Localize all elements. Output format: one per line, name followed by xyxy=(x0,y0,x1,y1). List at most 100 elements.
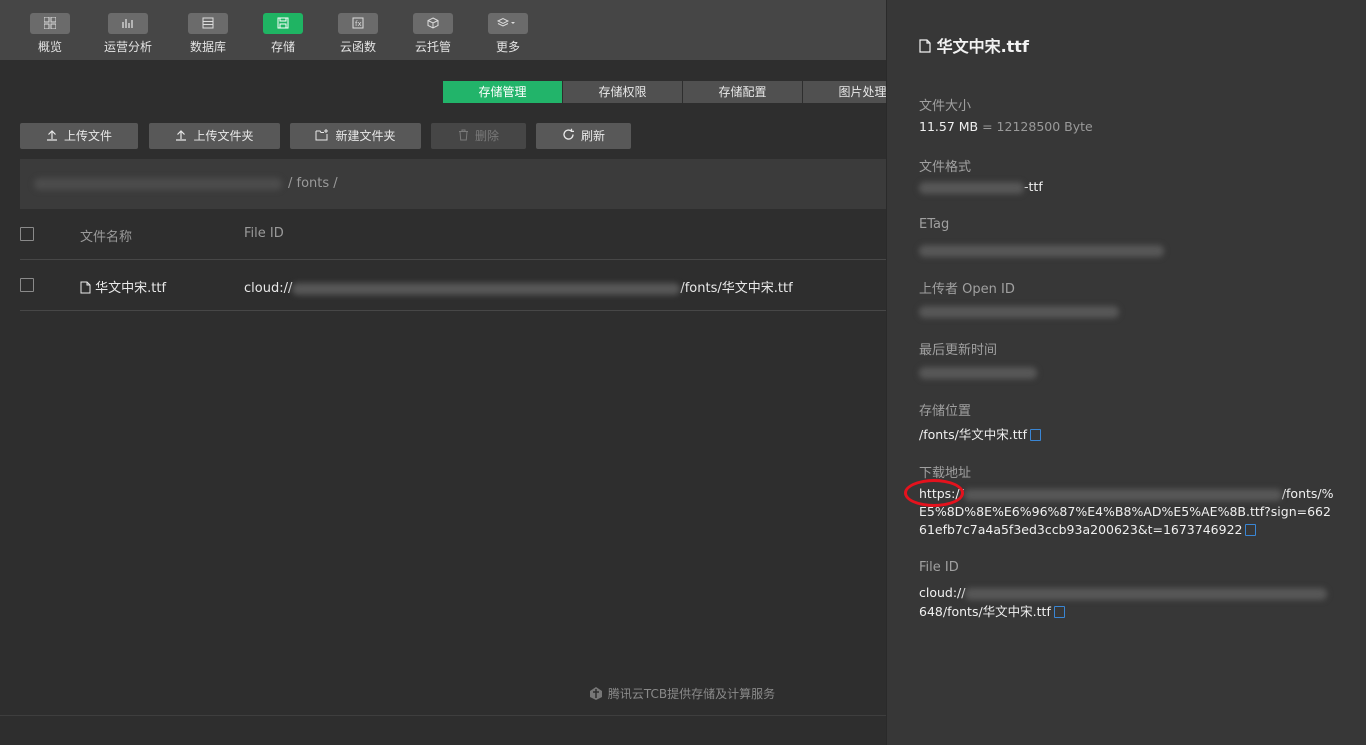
format-label: 文件格式 xyxy=(919,160,972,175)
updated-label: 最后更新时间 xyxy=(919,343,998,358)
nav-label: 数据库 xyxy=(189,40,226,54)
etag-value xyxy=(919,242,1164,257)
new-folder-button[interactable]: 新建文件夹 xyxy=(290,123,421,149)
file-icon xyxy=(80,281,91,296)
tcb-logo-icon xyxy=(588,687,604,701)
nav-item-hosting[interactable]: 云托管 xyxy=(403,13,463,55)
upload-folder-button[interactable]: 上传文件夹 xyxy=(149,123,280,149)
grid-icon xyxy=(30,13,70,34)
refresh-icon xyxy=(562,124,575,150)
download-path-start: /fonts/% xyxy=(1281,486,1334,501)
nav-label: 运营分析 xyxy=(103,40,152,54)
divider xyxy=(20,310,886,311)
file-id-suffix: /fonts/华文中宋.ttf xyxy=(680,281,793,296)
blurred-env-id xyxy=(292,282,681,295)
tab-storage-management[interactable]: 存储管理 xyxy=(443,81,562,103)
blurred-mime xyxy=(919,181,1024,194)
fileid-value: cloud:// 648/fonts/华文中宋.ttf xyxy=(919,583,1335,621)
size-bytes: = 12128500 Byte xyxy=(982,119,1093,134)
format-value: -ttf xyxy=(919,179,1043,194)
file-detail-panel: 华文中宋.ttf 文件大小 11.57 MB = 12128500 Byte 文… xyxy=(886,0,1366,745)
nav-label: 更多 xyxy=(495,40,520,54)
nav-item-functions[interactable]: fx 云函数 xyxy=(328,13,388,55)
uploader-value xyxy=(919,303,1119,318)
upload-icon xyxy=(46,124,58,150)
nav-item-overview[interactable]: 概览 xyxy=(20,13,80,55)
tab-storage-config[interactable]: 存储配置 xyxy=(683,81,802,103)
location-label: 存储位置 xyxy=(919,404,972,419)
file-name: 华文中宋.ttf xyxy=(95,281,167,296)
size-label: 文件大小 xyxy=(919,99,972,114)
breadcrumb-fonts[interactable]: / fonts / xyxy=(288,176,338,191)
fileid-line2: 648/fonts/华文中宋.ttf xyxy=(919,604,1051,619)
breadcrumb: / fonts / xyxy=(20,159,886,209)
blurred-openid xyxy=(919,305,1119,318)
blurred-etag xyxy=(919,244,1164,257)
refresh-button[interactable]: 刷新 xyxy=(536,123,631,149)
bar-chart-icon xyxy=(108,13,148,34)
upload-file-label: 上传文件 xyxy=(63,129,112,143)
detail-title-text: 华文中宋.ttf xyxy=(936,37,1029,56)
select-all-checkbox[interactable] xyxy=(20,227,34,241)
trash-icon xyxy=(458,124,469,150)
blurred-timestamp xyxy=(919,366,1037,379)
etag-label: ETag xyxy=(919,217,950,232)
upload-icon xyxy=(175,124,187,150)
svg-text:fx: fx xyxy=(355,20,362,28)
nav-item-analytics[interactable]: 运营分析 xyxy=(98,13,158,55)
column-header-name: 文件名称 xyxy=(80,230,133,245)
download-label: 下载地址 xyxy=(919,466,972,481)
file-icon xyxy=(919,37,931,56)
tab-storage-permissions[interactable]: 存储权限 xyxy=(563,81,682,103)
format-suffix: -ttf xyxy=(1024,179,1043,194)
new-folder-label: 新建文件夹 xyxy=(335,129,396,143)
cube-icon xyxy=(413,13,453,34)
download-rest: E5%8D%8E%E6%96%87%E4%B8%AD%E5%AE%8B.ttf?… xyxy=(919,504,1331,537)
layers-icon xyxy=(488,13,528,34)
highlight-ring xyxy=(904,479,964,507)
storage-tabs: 存储管理 存储权限 存储配置 图片处理 xyxy=(443,81,923,103)
database-icon xyxy=(188,13,228,34)
nav-item-storage[interactable]: 存储 xyxy=(253,13,313,55)
size-value: 11.57 MB = 12128500 Byte xyxy=(919,119,1093,134)
updated-value xyxy=(919,364,1037,379)
upload-file-button[interactable]: 上传文件 xyxy=(20,123,138,149)
location-text: /fonts/华文中宋.ttf xyxy=(919,427,1027,442)
size-mb: 11.57 MB xyxy=(919,119,979,134)
copy-icon[interactable] xyxy=(1245,524,1257,536)
function-icon: fx xyxy=(338,13,378,34)
fileid-label: File ID xyxy=(919,560,959,575)
blurred-domain xyxy=(963,488,1282,501)
download-url: https:///fonts/%E5%8D%8E%E6%96%87%E4%B8%… xyxy=(919,485,1335,539)
nav-label: 云函数 xyxy=(339,40,376,54)
top-nav-bar: 概览 运营分析 数据库 存储 fx 云函数 云托管 更多 xyxy=(0,0,886,60)
save-icon xyxy=(263,13,303,34)
detail-title: 华文中宋.ttf xyxy=(919,33,1029,57)
uploader-label: 上传者 Open ID xyxy=(919,282,1015,297)
nav-item-database[interactable]: 数据库 xyxy=(178,13,238,55)
location-value: /fonts/华文中宋.ttf xyxy=(919,424,1041,443)
nav-label: 概览 xyxy=(37,40,62,54)
upload-folder-label: 上传文件夹 xyxy=(193,129,254,143)
copy-icon[interactable] xyxy=(1053,606,1065,618)
fileid-prefix: cloud:// xyxy=(919,585,966,600)
delete-label: 删除 xyxy=(474,129,499,143)
nav-label: 存储 xyxy=(270,40,295,54)
footer: 腾讯云TCB提供存储及计算服务 xyxy=(588,685,775,702)
divider xyxy=(20,259,886,260)
file-name-cell[interactable]: 华文中宋.ttf xyxy=(80,277,166,296)
file-id-cell: cloud:// /fonts/华文中宋.ttf xyxy=(244,277,793,296)
footer-text: 腾讯云TCB提供存储及计算服务 xyxy=(607,687,776,701)
nav-label: 云托管 xyxy=(414,40,451,54)
file-id-prefix: cloud:// xyxy=(244,281,293,296)
refresh-label: 刷新 xyxy=(580,129,605,143)
column-header-file-id: File ID xyxy=(244,226,284,241)
blurred-env-id xyxy=(965,587,1328,600)
blurred-path xyxy=(34,178,282,190)
nav-item-more[interactable]: 更多 xyxy=(478,13,538,55)
divider xyxy=(0,715,886,716)
row-checkbox[interactable] xyxy=(20,278,34,292)
new-folder-icon xyxy=(315,124,329,150)
delete-button[interactable]: 删除 xyxy=(431,123,526,149)
copy-icon[interactable] xyxy=(1029,429,1041,441)
